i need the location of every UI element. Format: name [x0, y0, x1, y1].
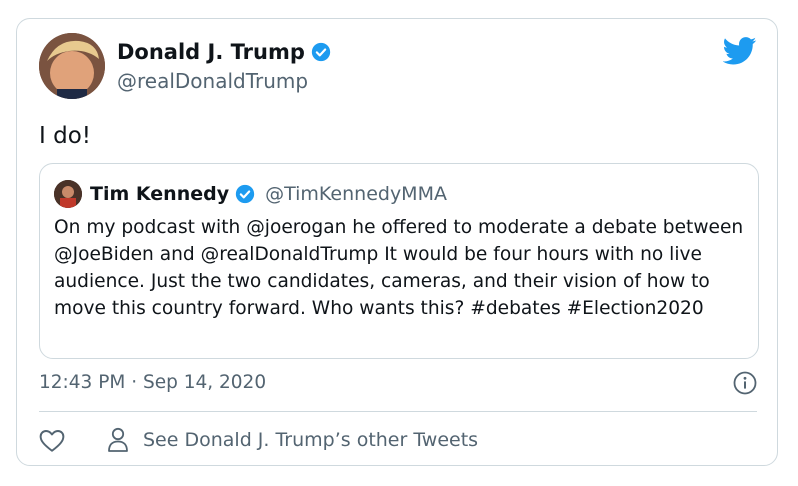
divider: [39, 411, 757, 412]
quoted-author-name[interactable]: Tim Kennedy: [90, 180, 229, 208]
person-icon: [108, 427, 128, 452]
author-name-row[interactable]: Donald J. Trump: [117, 39, 331, 65]
quoted-tweet-text: On my podcast with @joerogan he offered …: [54, 217, 744, 319]
quoted-author-avatar[interactable]: [54, 180, 82, 208]
info-icon[interactable]: [733, 371, 757, 395]
see-other-tweets-link[interactable]: See Donald J. Trump’s other Tweets: [107, 425, 478, 455]
heart-icon[interactable]: [39, 429, 65, 453]
author-avatar[interactable]: [39, 33, 105, 99]
twitter-bird-icon[interactable]: [723, 37, 757, 65]
quoted-author-handle[interactable]: @TimKennedyMMA: [265, 180, 447, 208]
quoted-author-row[interactable]: Tim Kennedy @TimKennedyMMA: [90, 180, 447, 208]
author-name[interactable]: Donald J. Trump: [117, 39, 305, 65]
see-other-tweets-label[interactable]: See Donald J. Trump’s other Tweets: [143, 425, 478, 455]
quoted-tweet[interactable]: Tim Kennedy @TimKennedyMMA On my podcast…: [39, 163, 759, 359]
tweet-timestamp[interactable]: 12:43 PM · Sep 14, 2020: [39, 371, 266, 395]
verified-badge-icon: [311, 42, 331, 62]
author-handle[interactable]: @realDonaldTrump: [117, 69, 308, 93]
verified-badge-icon: [235, 184, 255, 204]
tweet-card[interactable]: Donald J. Trump @realDonaldTrump I do! T…: [16, 18, 778, 466]
tweet-text: I do!: [39, 123, 91, 149]
